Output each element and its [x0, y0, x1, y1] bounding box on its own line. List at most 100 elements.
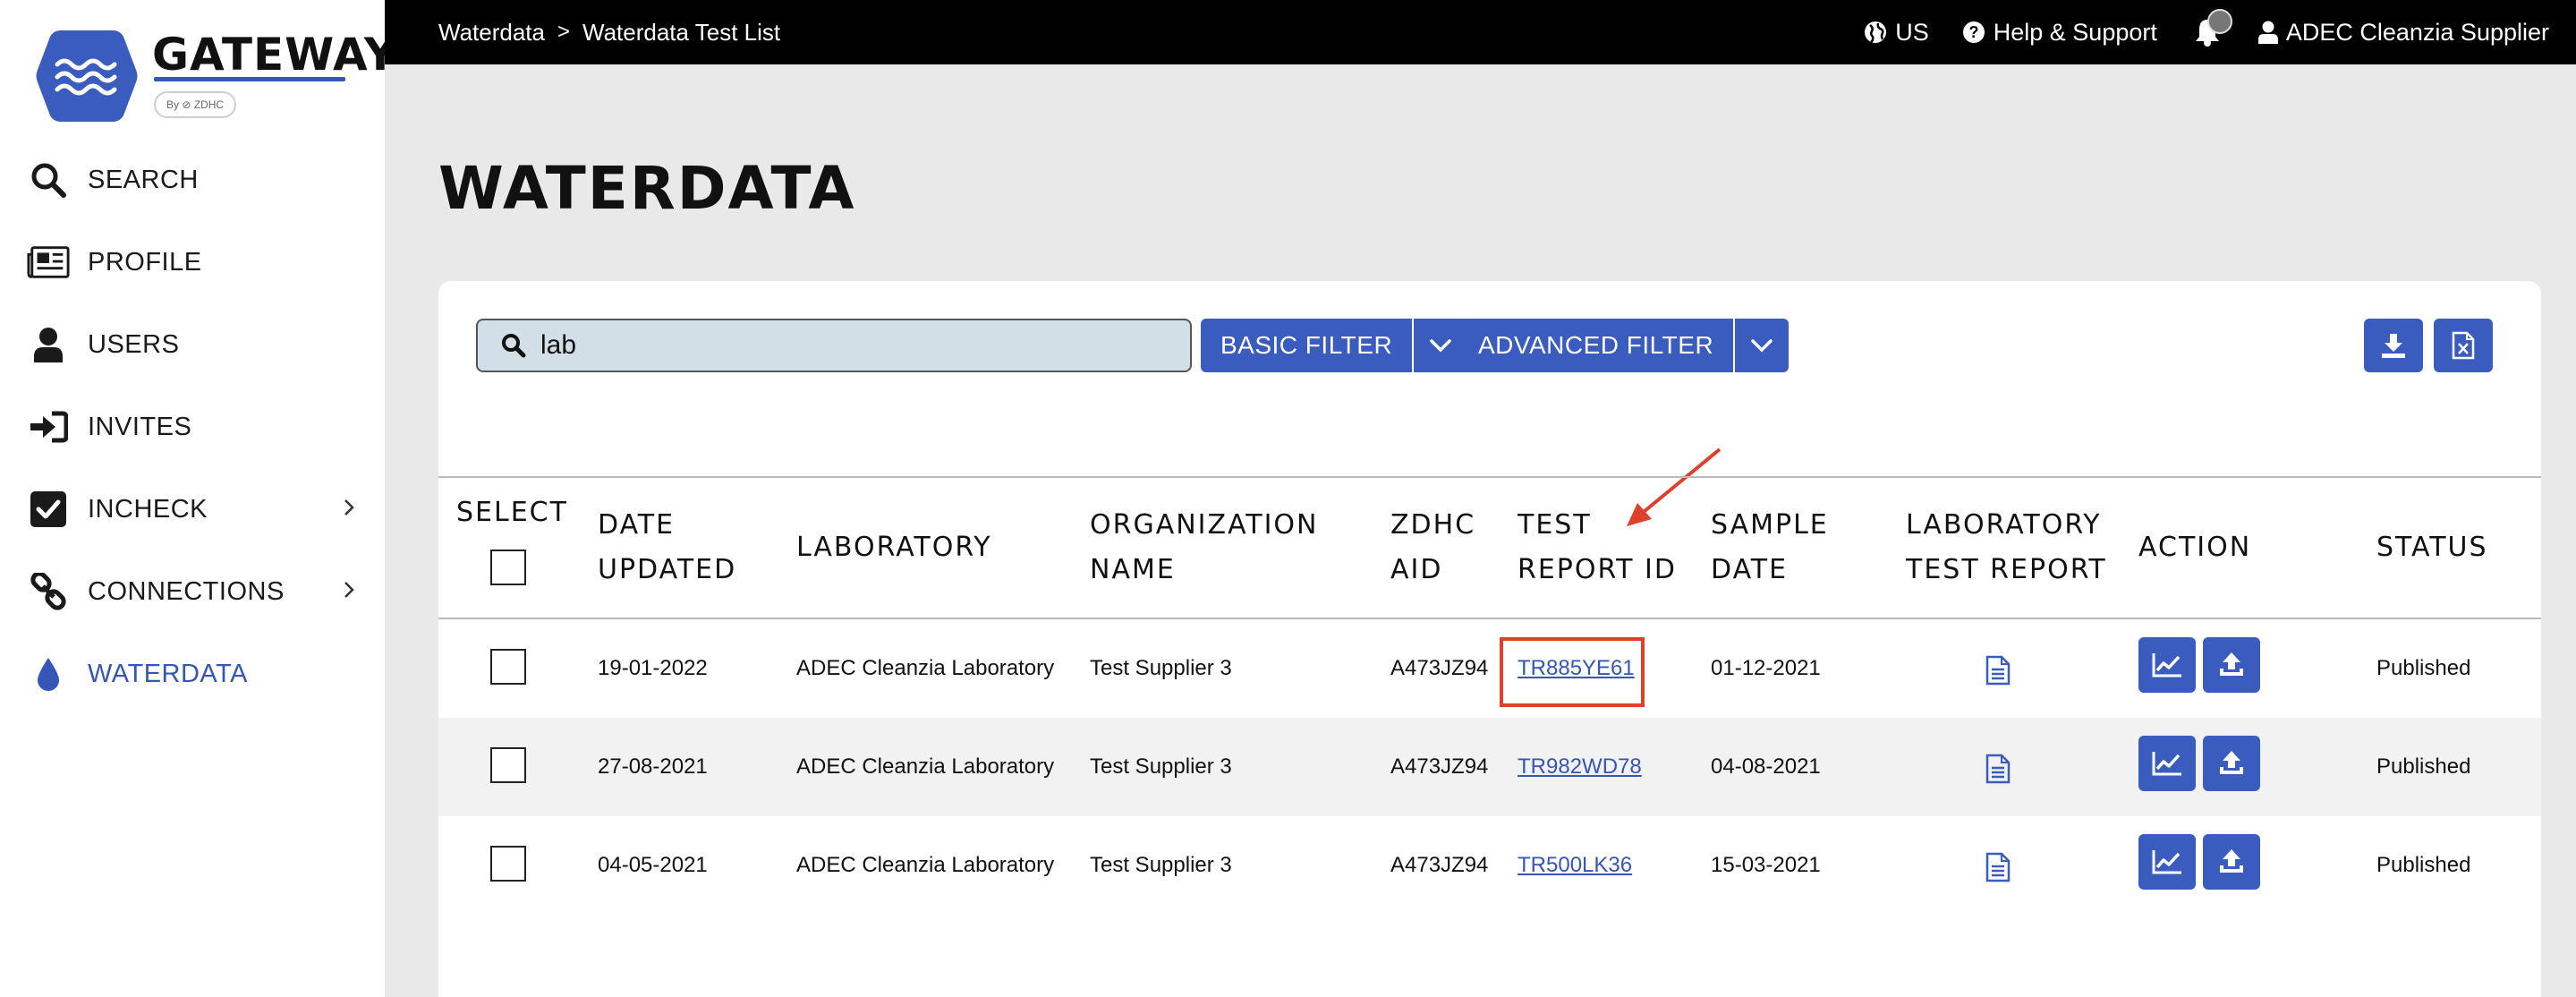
row-checkbox[interactable]	[490, 846, 526, 882]
line-chart-icon	[2152, 850, 2181, 874]
download-icon	[2382, 334, 2405, 358]
sidebar-item-connections[interactable]: CONNECTIONS	[0, 550, 385, 633]
link-icon	[27, 570, 70, 613]
chart-button[interactable]	[2138, 736, 2196, 791]
line-chart-icon	[2152, 653, 2181, 677]
chart-button[interactable]	[2138, 637, 2196, 693]
sidebar-item-search[interactable]: SEARCH	[0, 139, 385, 221]
sidebar-item-label: INVITES	[88, 412, 192, 441]
sidebar-item-label: SEARCH	[88, 165, 199, 194]
column-header-laboratory-test-report[interactable]: LABORATORY TEST REPORT	[1906, 503, 2107, 592]
annotation-highlight-box	[1500, 637, 1645, 707]
chart-button[interactable]	[2138, 834, 2196, 890]
advanced-filter-button[interactable]: ADVANCED FILTER	[1458, 319, 1734, 372]
globe-icon	[1865, 21, 1887, 44]
column-header-date-updated[interactable]: DATE UPDATED	[598, 503, 736, 592]
sidebar-item-users[interactable]: USERS	[0, 303, 385, 386]
column-header-status[interactable]: STATUS	[2376, 525, 2488, 570]
sidebar: GATEWAY By ⊘ ZDHC SEARCH PROFILE USERS I…	[0, 0, 396, 997]
test-report-id-link[interactable]: TR982WD78	[1518, 754, 1642, 780]
row-checkbox[interactable]	[490, 649, 526, 685]
svg-text:?: ?	[1968, 23, 1978, 41]
header-line: DATE	[598, 509, 676, 541]
header-line: LABORATORY	[1906, 509, 2102, 541]
cell-sample-date: 15-03-2021	[1711, 853, 1821, 877]
document-icon[interactable]	[1985, 852, 2011, 882]
sidebar-item-label: INCHECK	[88, 494, 208, 524]
cell-status: Published	[2376, 853, 2471, 877]
chevron-right-icon	[344, 582, 354, 598]
help-support-link[interactable]: ? Help & Support	[1961, 19, 2157, 47]
cell-laboratory: ADEC Cleanzia Laboratory	[796, 754, 1055, 779]
search-field[interactable]	[476, 319, 1192, 372]
column-header-organization-name[interactable]: ORGANIZATION NAME	[1090, 503, 1319, 592]
export-excel-button[interactable]	[2434, 319, 2493, 372]
document-icon[interactable]	[1985, 655, 2011, 686]
waterdata-card: BASIC FILTER ADVANCED FILTER SELECT DATE…	[438, 281, 2541, 997]
search-icon	[27, 158, 70, 201]
sidebar-nav: SEARCH PROFILE USERS INVITES INCHECK CON…	[0, 139, 385, 715]
column-header-zdhc-aid[interactable]: ZDHC AID	[1390, 503, 1475, 592]
header-line: REPORT ID	[1518, 554, 1677, 585]
user-menu[interactable]: ADEC Cleanzia Supplier	[2257, 19, 2549, 47]
notifications-button[interactable]	[2189, 9, 2232, 50]
search-input[interactable]	[540, 330, 1149, 361]
chevron-right-icon	[344, 499, 354, 516]
cell-date-updated: 04-05-2021	[598, 853, 708, 877]
user-icon	[27, 323, 70, 366]
download-button[interactable]	[2364, 319, 2423, 372]
header-line: DATE	[1711, 554, 1789, 585]
sidebar-item-incheck[interactable]: INCHECK	[0, 468, 385, 550]
cell-zdhc-aid: A473JZ94	[1390, 754, 1489, 779]
column-header-sample-date[interactable]: SAMPLE DATE	[1711, 503, 1829, 592]
column-header-test-report-id[interactable]: TEST REPORT ID	[1518, 503, 1677, 592]
header-line: TEST	[1518, 509, 1592, 541]
question-circle-icon: ?	[1962, 21, 1985, 43]
upload-button[interactable]	[2203, 736, 2260, 791]
region-selector[interactable]: US	[1863, 19, 1929, 47]
sidebar-item-waterdata[interactable]: WATERDATA	[0, 633, 385, 715]
upload-button[interactable]	[2203, 834, 2260, 890]
header-line: ZDHC	[1390, 509, 1476, 541]
document-icon[interactable]	[1985, 754, 2011, 784]
user-icon	[2257, 21, 2278, 44]
newspaper-icon	[27, 241, 70, 284]
top-bar-actions: US ? Help & Support ADEC Cleanzia Suppli…	[1831, 0, 2549, 64]
breadcrumb-root[interactable]: Waterdata	[438, 19, 545, 47]
header-line: TEST REPORT	[1906, 554, 2107, 585]
notification-badge	[2206, 9, 2232, 34]
checkbox-icon	[27, 488, 70, 531]
cell-laboratory: ADEC Cleanzia Laboratory	[796, 656, 1055, 680]
brand-name: GATEWAY	[152, 29, 398, 81]
sidebar-item-profile[interactable]: PROFILE	[0, 221, 385, 303]
excel-file-icon	[2452, 331, 2475, 360]
header-line: SAMPLE	[1711, 509, 1829, 541]
help-support-label: Help & Support	[1993, 18, 2157, 46]
sidebar-item-label: CONNECTIONS	[88, 576, 285, 606]
gateway-logo[interactable]: GATEWAY By ⊘ ZDHC	[34, 27, 396, 125]
column-header-action: ACTION	[2138, 532, 2252, 563]
table-row: 27-08-2021 ADEC Cleanzia Laboratory Test…	[438, 718, 2541, 816]
upload-button[interactable]	[2203, 637, 2260, 693]
sign-in-icon	[27, 405, 70, 448]
basic-filter-group: BASIC FILTER	[1201, 319, 1468, 372]
cell-status: Published	[2376, 656, 2471, 680]
sidebar-item-invites[interactable]: INVITES	[0, 386, 385, 468]
advanced-filter-group: ADVANCED FILTER	[1458, 319, 1790, 372]
basic-filter-button[interactable]: BASIC FILTER	[1201, 319, 1413, 372]
upload-icon	[2220, 751, 2243, 774]
sidebar-item-label: WATERDATA	[88, 659, 249, 688]
hexagon-waves-icon	[36, 30, 138, 122]
cell-organization: Test Supplier 3	[1090, 853, 1232, 877]
column-header-laboratory[interactable]: LABORATORY	[796, 525, 992, 570]
chevron-down-icon	[1751, 339, 1773, 353]
table-row: 19-01-2022 ADEC Cleanzia Laboratory Test…	[438, 619, 2541, 718]
line-chart-icon	[2152, 752, 2181, 776]
cell-zdhc-aid: A473JZ94	[1390, 656, 1489, 680]
advanced-filter-dropdown[interactable]	[1733, 319, 1790, 372]
region-label: US	[1895, 18, 1929, 46]
test-report-id-link[interactable]: TR500LK36	[1518, 853, 1632, 878]
row-checkbox[interactable]	[490, 747, 526, 783]
upload-icon	[2220, 652, 2243, 676]
select-all-checkbox[interactable]	[490, 550, 526, 585]
